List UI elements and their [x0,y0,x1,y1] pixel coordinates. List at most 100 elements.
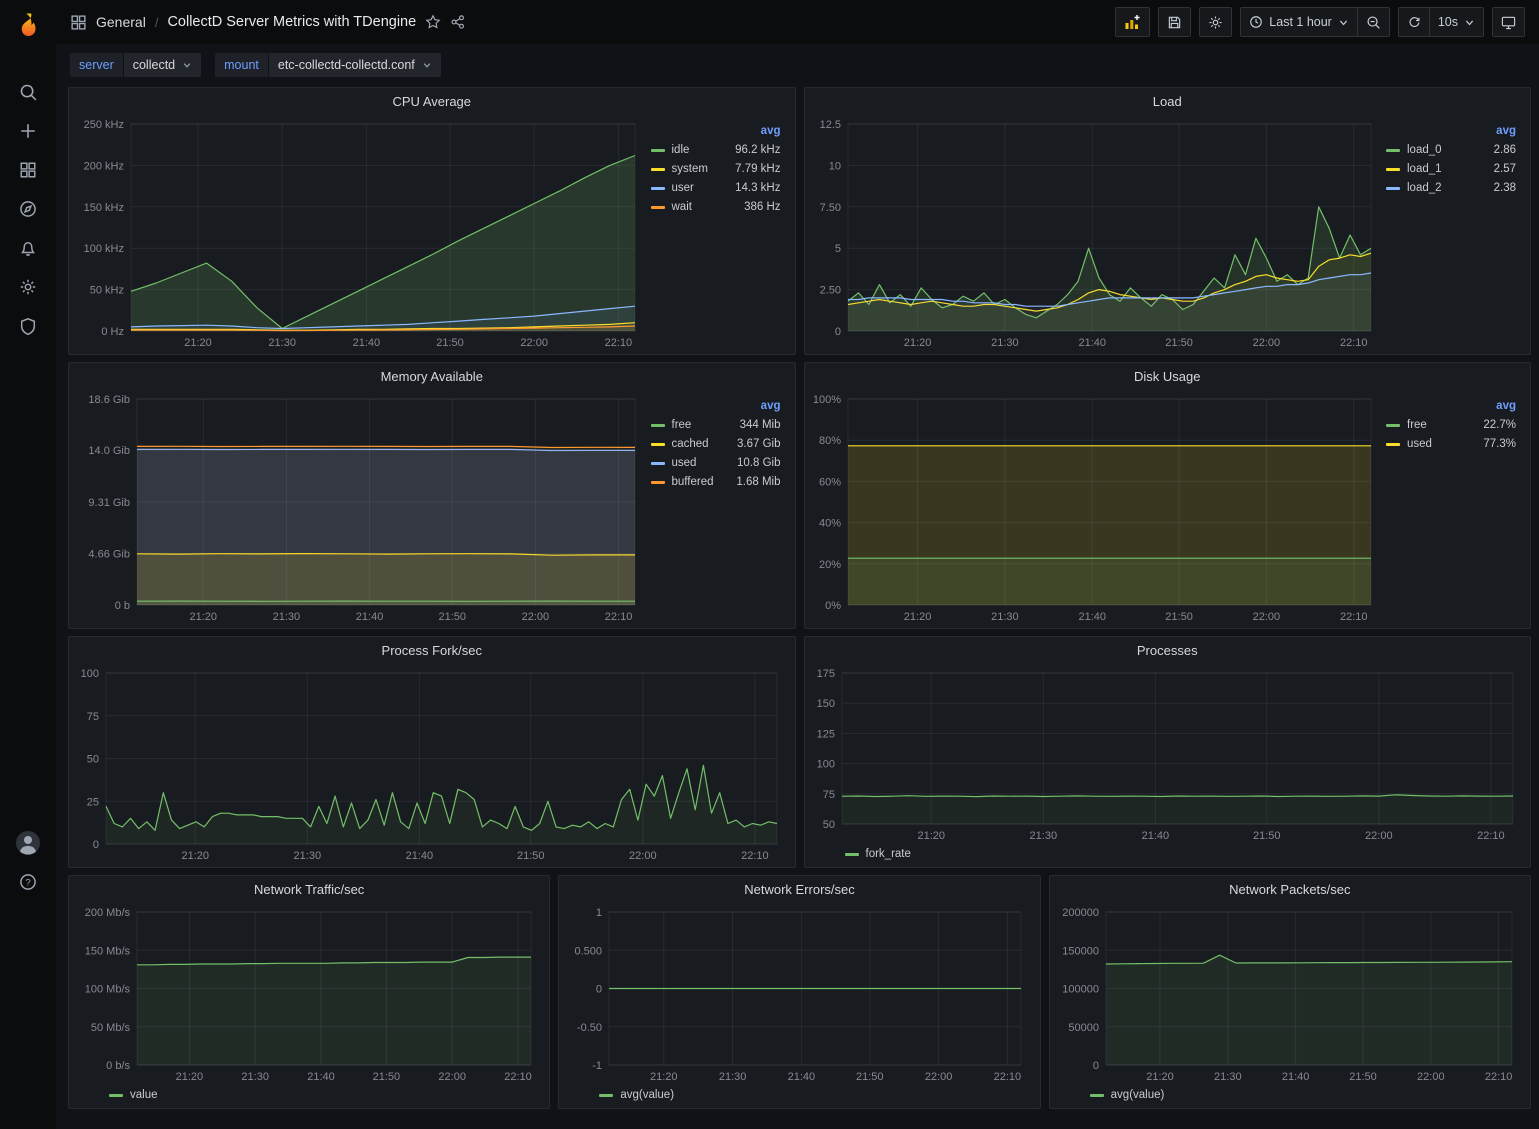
panel-title[interactable]: Load [805,88,1531,115]
cycle-view-mode-button[interactable] [1492,7,1525,37]
grafana-logo[interactable] [8,6,48,46]
series-color-icon [651,187,665,190]
svg-text:200 kHz: 200 kHz [84,160,124,172]
legend-item[interactable]: load_22.38 [1386,182,1516,194]
legend-series-name[interactable]: idle [672,144,690,156]
load-chart[interactable]: 21:2021:3021:4021:5022:0022:1002.5057.50… [811,115,1383,351]
add-panel-icon [1124,14,1141,31]
variable-label: server [70,53,123,77]
legend-item[interactable]: avg(value) [599,1089,674,1101]
legend-item[interactable]: value [109,1089,158,1101]
sidebar-item-explore[interactable] [8,189,48,228]
breadcrumb-folder[interactable]: General [96,14,146,30]
legend-item[interactable]: system 7.79 kHz [651,163,781,175]
svg-text:22:00: 22:00 [629,850,657,862]
legend-series-name[interactable]: buffered [672,476,714,488]
legend-item[interactable]: load_02.86 [1386,144,1516,156]
legend-item[interactable]: idle96.2 kHz [651,144,781,156]
svg-text:50: 50 [87,754,99,766]
legend-series-name[interactable]: user [672,182,694,194]
panel-title[interactable]: Process Fork/sec [69,637,795,664]
processes-chart[interactable]: 21:2021:3021:4021:5022:0022:105075100125… [811,664,1525,844]
legend-item[interactable]: free344 Mib [651,419,781,431]
legend-series-name[interactable]: used [1407,438,1432,450]
legend-item[interactable]: cached3.67 Gib [651,438,781,450]
svg-text:-1: -1 [593,1060,603,1072]
sidebar-item-create[interactable] [8,111,48,150]
sidebar-item-search[interactable] [8,72,48,111]
network-packets-chart[interactable]: 21:2021:3021:4021:5022:0022:100500001000… [1056,903,1524,1085]
legend-item[interactable]: used 10.8 Gib [651,457,781,469]
legend-item[interactable]: used77.3% [1386,438,1516,450]
sidebar-item-help[interactable]: ? [8,862,48,901]
memory-available-chart[interactable]: 21:2021:3021:4021:5022:0022:100 b4.66 Gi… [75,390,647,625]
legend-item[interactable]: user 14.3 kHz [651,182,781,194]
svg-text:21:20: 21:20 [903,337,931,349]
zoom-out-button[interactable] [1358,7,1390,37]
panel-title[interactable]: Network Errors/sec [559,876,1039,903]
network-traffic-chart[interactable]: 21:2021:3021:4021:5022:0022:100 b/s50 Mb… [75,903,543,1085]
sidebar-item-server-admin[interactable] [8,306,48,345]
svg-text:12.5: 12.5 [819,119,840,131]
legend-series-name[interactable]: fork_rate [866,848,911,860]
legend-series-name[interactable]: avg(value) [1111,1089,1165,1101]
help-icon: ? [19,873,37,891]
legend-series-name[interactable]: load_2 [1407,182,1442,194]
add-panel-button[interactable] [1115,7,1150,37]
time-picker-button[interactable]: Last 1 hour [1240,7,1358,37]
star-dashboard-button[interactable] [425,14,441,30]
svg-text:21:20: 21:20 [184,337,212,349]
legend-item[interactable]: fork_rate [845,848,911,860]
legend-series-name[interactable]: cached [672,438,709,450]
svg-text:21:40: 21:40 [353,337,381,349]
legend-series-value: 14.3 kHz [735,182,780,194]
legend-item[interactable]: avg(value) [1090,1089,1165,1101]
svg-text:21:50: 21:50 [1252,830,1280,842]
share-dashboard-button[interactable] [450,14,466,30]
sidebar-item-profile[interactable] [8,823,48,862]
variables-row: server collectd mount etc-collectd-colle… [56,44,1539,81]
legend-series-name[interactable]: used [672,457,697,469]
panel-title[interactable]: Network Traffic/sec [69,876,549,903]
panel-title[interactable]: Memory Available [69,363,795,390]
svg-text:22:10: 22:10 [605,337,633,349]
legend-series-name[interactable]: free [672,419,692,431]
legend-series-name[interactable]: system [672,163,708,175]
cpu-average-chart[interactable]: 21:2021:3021:4021:5022:0022:100 Hz50 kHz… [75,115,647,351]
disk-usage-chart[interactable]: 21:2021:3021:4021:5022:0022:100%20%40%60… [811,390,1383,625]
page-title[interactable]: CollectD Server Metrics with TDengine [167,14,416,30]
variable-value-dropdown[interactable]: collectd [124,53,201,77]
legend-series-value: 1.68 Mib [736,476,780,488]
network-errors-chart[interactable]: 21:2021:3021:4021:5022:0022:10-1-0.5000.… [565,903,1033,1085]
legend-item[interactable]: free22.7% [1386,419,1516,431]
dashboard-settings-button[interactable] [1199,7,1232,37]
legend-series-value: 7.79 kHz [735,163,780,175]
legend-series-name[interactable]: load_0 [1407,144,1442,156]
variable-value-dropdown[interactable]: etc-collectd-collectd.conf [269,53,441,77]
svg-text:22:00: 22:00 [1252,337,1280,349]
refresh-button[interactable] [1398,7,1430,37]
refresh-interval-dropdown[interactable]: 10s [1430,7,1484,37]
process-fork-chart[interactable]: 21:2021:3021:4021:5022:0022:100255075100 [75,664,789,864]
svg-text:75: 75 [87,711,99,723]
legend-item[interactable]: load_12.57 [1386,163,1516,175]
save-dashboard-button[interactable] [1158,7,1191,37]
panel-title[interactable]: Network Packets/sec [1050,876,1530,903]
panel-title[interactable]: CPU Average [69,88,795,115]
legend-series-name[interactable]: avg(value) [620,1089,674,1101]
top-navbar: General / CollectD Server Metrics with T… [56,0,1539,44]
legend-series-name[interactable]: wait [672,201,692,213]
legend-series-name[interactable]: free [1407,419,1427,431]
sidebar-item-configuration[interactable] [8,267,48,306]
panel-title[interactable]: Processes [805,637,1531,664]
legend-series-name[interactable]: load_1 [1407,163,1442,175]
svg-text:150 Mb/s: 150 Mb/s [85,945,131,957]
panel-title[interactable]: Disk Usage [805,363,1531,390]
sidebar-item-alerting[interactable] [8,228,48,267]
legend-item[interactable]: wait386 Hz [651,201,781,213]
legend-item[interactable]: buffered 1.68 Mib [651,476,781,488]
svg-text:150: 150 [816,698,834,710]
legend-series-value: 10.8 Gib [737,457,780,469]
legend-series-name[interactable]: value [130,1089,158,1101]
sidebar-item-dashboards[interactable] [8,150,48,189]
